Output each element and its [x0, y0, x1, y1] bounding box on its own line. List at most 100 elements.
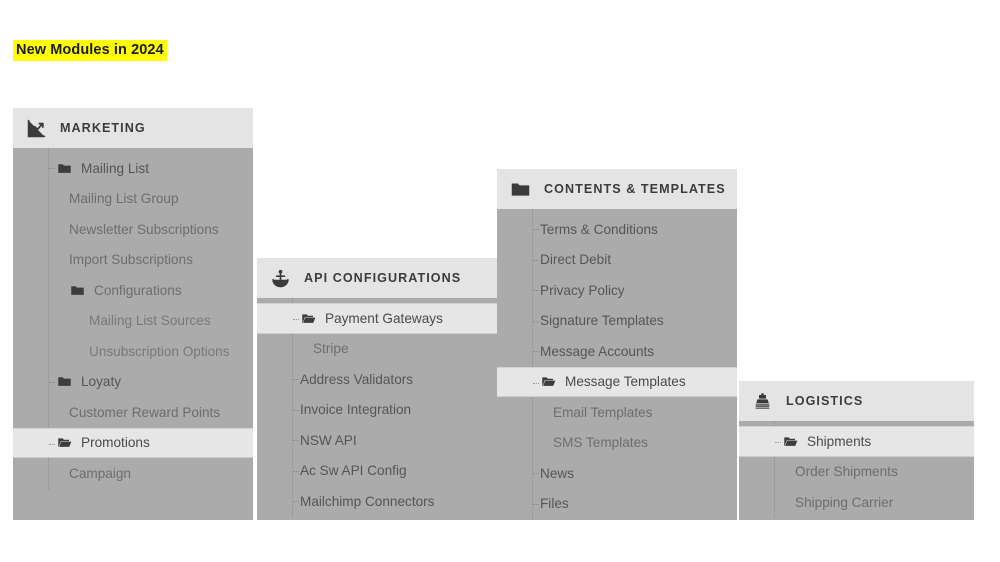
tree-branch-tick: [533, 382, 539, 384]
page-title: New Modules in 2024: [13, 40, 167, 61]
menu-item-nsw-api[interactable]: NSW API: [257, 425, 497, 456]
menu-item-label: Terms & Conditions: [540, 221, 658, 237]
folder-open-icon: [540, 374, 556, 390]
panel-title-marketing: MARKETING: [60, 121, 146, 135]
menu-item-label: Direct Debit: [540, 252, 612, 268]
menu-item-promotions[interactable]: Promotions: [13, 427, 253, 458]
panel-title-logistics: LOGISTICS: [786, 394, 864, 408]
folder-icon: [56, 374, 72, 390]
menu-item-label: Customer Reward Points: [69, 404, 221, 420]
menu-item-label: NSW API: [300, 432, 357, 448]
menu-item-message-templates[interactable]: Message Templates: [497, 366, 737, 397]
folder-icon: [69, 282, 85, 298]
menu-item-label: Signature Templates: [540, 313, 664, 329]
menu-item-label: Invoice Integration: [300, 402, 412, 418]
panel-body-logistics: Shipments Order Shipments Shipping Carrier: [739, 421, 974, 518]
panel-header-contents[interactable]: CONTENTS & TEMPLATES: [497, 169, 737, 209]
menu-item-label: Import Subscriptions: [69, 252, 193, 268]
menu-item-label: Unsubscription Options: [89, 343, 230, 359]
menu-item-message-accounts[interactable]: Message Accounts: [497, 336, 737, 367]
anchor-icon: [269, 267, 291, 289]
menu-item-label: Loyaty: [81, 374, 122, 390]
menu-item-label: News: [540, 465, 574, 481]
menu-item-email-templates[interactable]: Email Templates: [497, 397, 737, 428]
menu-item-mailing-list[interactable]: Mailing List: [13, 153, 253, 184]
menu-item-label: Email Templates: [553, 404, 653, 420]
menu-item-stripe[interactable]: Stripe: [257, 334, 497, 365]
menu-item-mailing-list-sources[interactable]: Mailing List Sources: [13, 306, 253, 337]
menu-item-unsubscription-options[interactable]: Unsubscription Options: [13, 336, 253, 367]
tree-branch-tick: [293, 409, 299, 411]
menu-panel-logistics: LOGISTICS Shipments Order Shipments Shippin…: [739, 381, 974, 520]
panel-body-contents: Terms & Conditions Direct Debit Privacy Po…: [497, 209, 737, 519]
menu-item-label: Shipping Carrier: [795, 494, 894, 510]
menu-item-label: Order Shipments: [795, 464, 898, 480]
menu-item-newsletter-subscriptions[interactable]: Newsletter Subscriptions: [13, 214, 253, 245]
menu-item-files[interactable]: Files: [497, 489, 737, 520]
menu-panel-api-configurations: API CONFIGURATIONS Payment Gateways Stripe…: [257, 258, 497, 520]
menu-item-direct-debit[interactable]: Direct Debit: [497, 245, 737, 276]
menu-item-label: Payment Gateways: [325, 310, 443, 326]
menu-item-configurations[interactable]: Configurations: [13, 275, 253, 306]
menu-item-terms-conditions[interactable]: Terms & Conditions: [497, 214, 737, 245]
menu-item-label: Message Accounts: [540, 343, 655, 359]
menu-item-ac-sw-api-config[interactable]: Ac Sw API Config: [257, 456, 497, 487]
menu-item-label: Mailchimp Connectors: [300, 493, 435, 509]
menu-item-campaign[interactable]: Campaign: [13, 458, 253, 489]
panel-body-marketing: Mailing List Mailing List Group Newsletter…: [13, 148, 253, 489]
tree-branch-tick: [293, 501, 299, 502]
menu-item-label: Address Validators: [300, 371, 414, 387]
tree-branch-tick: [49, 168, 55, 169]
menu-item-address-validators[interactable]: Address Validators: [257, 364, 497, 395]
screenshot-canvas: New Modules in 2024 MARKETING Mailing Lis…: [0, 0, 1000, 562]
menu-item-label: Mailing List Sources: [89, 313, 211, 329]
menu-item-label: Newsletter Subscriptions: [69, 221, 219, 237]
panel-header-marketing[interactable]: MARKETING: [13, 108, 253, 148]
panel-title-contents: CONTENTS & TEMPLATES: [544, 182, 726, 196]
menu-item-label: Configurations: [94, 282, 182, 298]
menu-item-mailing-list-group[interactable]: Mailing List Group: [13, 184, 253, 215]
folder-icon: [509, 178, 531, 200]
tree-branch-tick: [775, 442, 781, 443]
menu-panel-marketing: MARKETING Mailing List Mailing List Group N…: [13, 108, 253, 520]
menu-item-shipping-carrier[interactable]: Shipping Carrier: [739, 487, 974, 518]
tree-branch-tick: [533, 320, 539, 322]
tree-branch-tick: [293, 440, 299, 441]
menu-item-privacy-policy[interactable]: Privacy Policy: [497, 275, 737, 306]
menu-item-invoice-integration[interactable]: Invoice Integration: [257, 395, 497, 426]
menu-item-import-subscriptions[interactable]: Import Subscriptions: [13, 245, 253, 276]
panel-header-logistics[interactable]: LOGISTICS: [739, 381, 974, 421]
menu-item-order-shipments[interactable]: Order Shipments: [739, 457, 974, 488]
tree-branch-tick: [293, 379, 299, 380]
menu-item-shipments[interactable]: Shipments: [739, 426, 974, 457]
tree-branch-tick: [49, 381, 55, 383]
menu-item-mailchimp-connectors[interactable]: Mailchimp Connectors: [257, 486, 497, 517]
menu-item-label: Mailing List: [81, 160, 149, 176]
menu-item-label: Files: [540, 496, 569, 512]
menu-item-label: Privacy Policy: [540, 282, 625, 298]
tree-branch-tick: [533, 259, 539, 261]
menu-item-label: Message Templates: [565, 374, 686, 390]
menu-item-label: SMS Templates: [553, 435, 648, 451]
tree-branch-tick: [533, 351, 539, 352]
menu-item-signature-templates[interactable]: Signature Templates: [497, 306, 737, 337]
folder-icon: [56, 160, 72, 176]
chart-line-icon: [25, 117, 47, 139]
tree-branch-tick: [533, 503, 539, 505]
tree-branch-tick: [533, 473, 539, 474]
menu-item-label: Promotions: [81, 435, 150, 451]
menu-item-label: Ac Sw API Config: [300, 463, 407, 479]
tree-branch-tick: [533, 290, 539, 291]
menu-item-payment-gateways[interactable]: Payment Gateways: [257, 303, 497, 334]
tree-branch-tick: [293, 470, 299, 472]
menu-item-customer-reward-points[interactable]: Customer Reward Points: [13, 397, 253, 428]
menu-item-sms-templates[interactable]: SMS Templates: [497, 428, 737, 459]
panel-header-api[interactable]: API CONFIGURATIONS: [257, 258, 497, 298]
tree-branch-tick: [293, 319, 299, 320]
folder-open-icon: [782, 433, 798, 449]
menu-item-label: Mailing List Group: [69, 191, 179, 207]
folder-open-icon: [300, 310, 316, 326]
menu-item-news[interactable]: News: [497, 458, 737, 489]
menu-item-loyaty[interactable]: Loyaty: [13, 367, 253, 398]
panel-title-api: API CONFIGURATIONS: [304, 271, 462, 285]
